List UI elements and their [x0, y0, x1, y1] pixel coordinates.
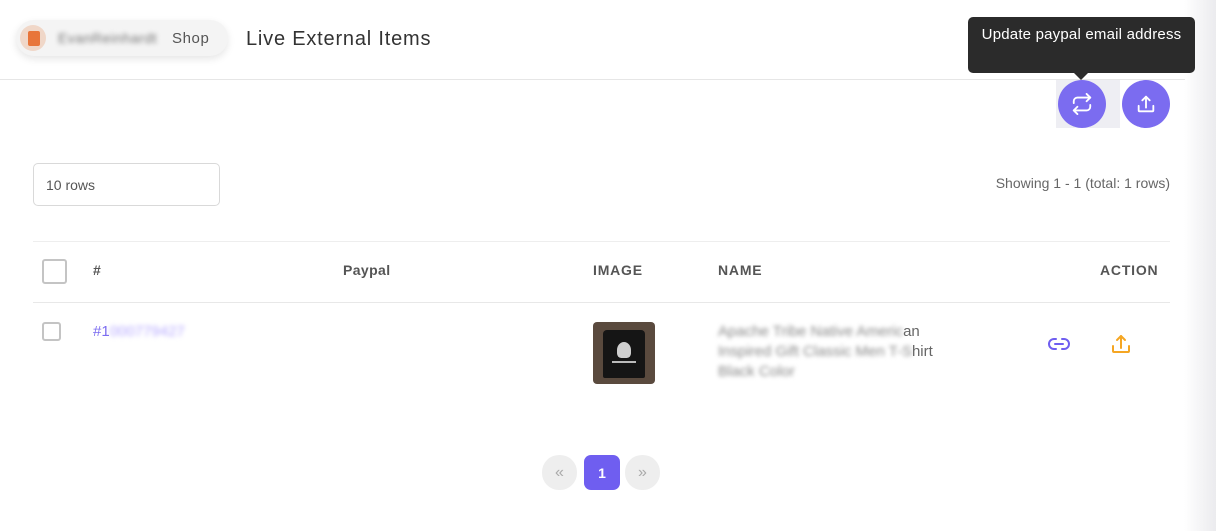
product-image [593, 322, 655, 384]
shop-avatar [20, 25, 46, 51]
row-checkbox[interactable] [42, 322, 61, 341]
name-line2-visible: hirt [911, 343, 933, 360]
page-title: Live External Items [246, 28, 432, 50]
column-header-paypal: Paypal [343, 262, 391, 278]
select-all-checkbox[interactable] [42, 259, 67, 284]
pagination-next-button[interactable]: » [625, 455, 660, 490]
name-line1-blurred: Apache Tribe Native Americ [718, 323, 904, 340]
update-paypal-button[interactable] [1058, 80, 1106, 128]
table-divider-head [33, 302, 1170, 303]
shop-selector[interactable]: EvanReinhardt Shop [16, 20, 228, 56]
item-id-prefix: #1 [93, 323, 110, 340]
table-divider-top [33, 241, 1170, 242]
name-line2-blurred: Inspired Gift Classic Men T-S [718, 343, 912, 360]
item-id-rest: 000779427 [109, 323, 185, 340]
pagination-prev-button[interactable]: « [542, 455, 577, 490]
rows-per-page-select[interactable]: 10 rows [33, 163, 220, 206]
upload-icon[interactable] [1109, 332, 1133, 356]
tshirt-image [603, 330, 645, 378]
column-header-image: IMAGE [593, 262, 643, 278]
column-header-action: ACTION [1100, 262, 1159, 278]
page: EvanReinhardt Shop Live External Items U… [0, 0, 1216, 531]
name-line1-visible: an [903, 323, 920, 340]
shop-label: Shop [172, 29, 210, 47]
link-icon[interactable] [1047, 332, 1071, 356]
sync-arrows-icon [1072, 93, 1092, 115]
item-id-link[interactable]: #1 000779427 [93, 323, 185, 340]
showing-count: Showing 1 - 1 (total: 1 rows) [995, 175, 1170, 191]
shop-owner-name: EvanReinhardt [58, 30, 158, 46]
edge-shadow [1184, 0, 1216, 531]
upload-all-button[interactable] [1122, 80, 1170, 128]
product-name: Apache Tribe Native American Inspired Gi… [718, 322, 958, 382]
column-header-name: NAME [718, 262, 763, 278]
update-paypal-tooltip: Update paypal email address [968, 17, 1195, 80]
pagination-page-1[interactable]: 1 [584, 455, 620, 490]
upload-icon [1137, 95, 1155, 113]
name-line3-blurred: Black Color [718, 363, 795, 380]
column-header-id: # [93, 262, 102, 278]
